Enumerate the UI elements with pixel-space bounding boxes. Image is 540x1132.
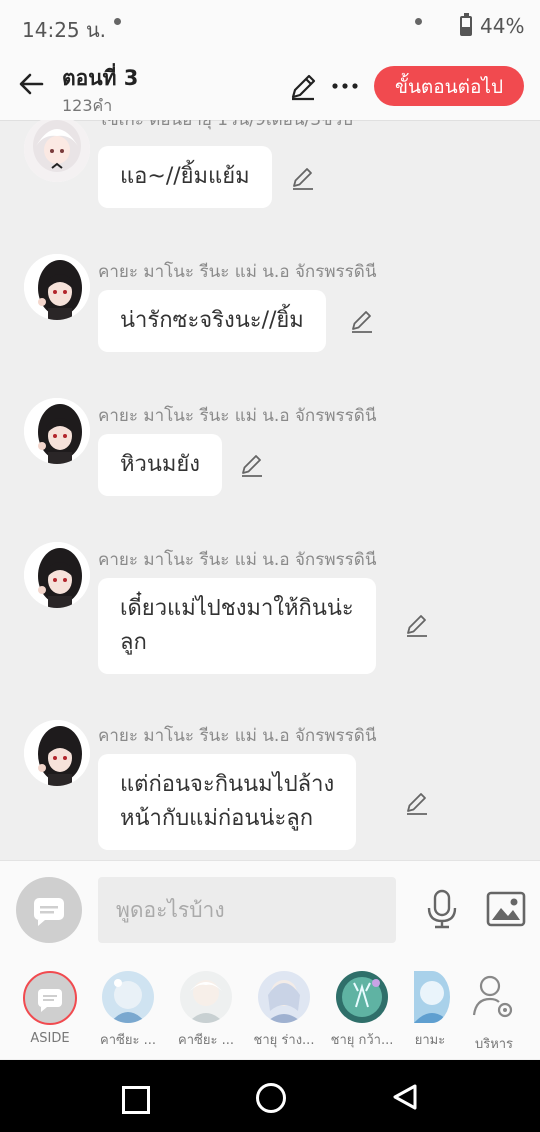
character-item[interactable]: คาซียะ ... bbox=[170, 971, 242, 1050]
signal-dot-icon bbox=[415, 18, 422, 25]
character-label: คาซียะ ... bbox=[100, 1033, 156, 1048]
chat-bubble-icon bbox=[34, 898, 64, 926]
dark-hair-woman-avatar-icon bbox=[24, 398, 90, 464]
message-bubble[interactable]: หิวนมยัง bbox=[98, 434, 223, 496]
home-icon[interactable] bbox=[256, 1083, 286, 1113]
message-bubble[interactable]: แอ~//ยิ้มแย้ม bbox=[98, 146, 272, 208]
battery-level: 44% bbox=[480, 14, 525, 38]
character-name: คายะ มาโนะ รีนะ แม่ น.อ จักรพรรดินี bbox=[98, 726, 377, 746]
edit-message-icon[interactable] bbox=[404, 612, 430, 638]
dark-hair-woman-avatar-icon bbox=[24, 542, 90, 608]
chat-list[interactable]: โซเกะ ตอนอายุ 1วัน/9เดือน/3ขวบ แอ~//ยิ้ม… bbox=[0, 120, 540, 860]
character-label: คาซียะ ... bbox=[178, 1033, 234, 1048]
character-label: ASIDE bbox=[30, 1031, 70, 1046]
message-bubble[interactable]: แต่ก่อนจะกินนมไปล้าง หน้ากับแม่ก่อนน่ะลู… bbox=[98, 754, 357, 850]
avatar[interactable] bbox=[24, 254, 90, 320]
aside-toggle-button[interactable] bbox=[16, 877, 82, 943]
character-label: ยามะ bbox=[414, 1033, 446, 1048]
character-name: โซเกะ ตอนอายุ 1วัน/9เดือน/3ขวบ bbox=[98, 120, 354, 130]
edit-message-icon[interactable] bbox=[290, 165, 316, 191]
character-avatar-icon bbox=[180, 971, 232, 1023]
edit-message-icon[interactable] bbox=[349, 308, 375, 334]
message-text: แต่ก่อนจะกินนมไปล้าง bbox=[120, 772, 335, 797]
character-selector: ASIDE คาซียะ ... คาซียะ ... ชายุ ร่าง...… bbox=[0, 961, 540, 1059]
character-name: คายะ มาโนะ รีนะ แม่ น.อ จักรพรรดินี bbox=[98, 406, 377, 426]
message-text: ลูก bbox=[120, 630, 147, 655]
edit-message-icon[interactable] bbox=[404, 790, 430, 816]
edit-message-icon[interactable] bbox=[239, 452, 265, 478]
microphone-icon[interactable] bbox=[424, 889, 460, 929]
dark-hair-woman-avatar-icon bbox=[24, 720, 90, 786]
character-label: ชายุ ร่าง... bbox=[253, 1033, 315, 1048]
message-text: หน้ากับแม่ก่อนน่ะลูก bbox=[120, 806, 314, 831]
avatar[interactable] bbox=[24, 720, 90, 786]
avatar[interactable] bbox=[24, 120, 90, 182]
character-label: ชายุ กว้า... bbox=[330, 1033, 394, 1048]
dark-hair-woman-avatar-icon bbox=[24, 254, 90, 320]
avatar[interactable] bbox=[24, 398, 90, 464]
white-hair-girl-avatar-icon bbox=[24, 120, 90, 182]
manage-characters-button[interactable]: บริหาร bbox=[458, 971, 530, 1054]
character-avatar-icon bbox=[258, 971, 310, 1023]
avatar[interactable] bbox=[24, 542, 90, 608]
status-time: 14:25 น. bbox=[22, 18, 107, 42]
character-aside[interactable]: ASIDE bbox=[14, 971, 86, 1046]
character-avatar-icon bbox=[336, 971, 388, 1023]
system-navigation-bar bbox=[0, 1060, 540, 1132]
character-name: คายะ มาโนะ รีนะ แม่ น.อ จักรพรรดินี bbox=[98, 262, 377, 282]
manage-characters-icon bbox=[472, 975, 513, 1018]
app-header: ตอนที่ 3 123คำ ขั้นตอนต่อไป bbox=[0, 56, 540, 121]
next-step-button[interactable]: ขั้นตอนต่อไป bbox=[374, 66, 524, 106]
message-text: น่ารักซะจริงนะ//ยิ้ม bbox=[120, 308, 304, 333]
message-text: เดี๋ยวแม่ไปชงมาให้กินน่ะ bbox=[120, 596, 354, 621]
character-item[interactable]: คาซียะ ... bbox=[92, 971, 164, 1050]
character-name: คายะ มาโนะ รีนะ แม่ น.อ จักรพรรดินี bbox=[98, 550, 377, 570]
image-icon[interactable] bbox=[486, 891, 526, 927]
word-count: 123คำ bbox=[62, 96, 113, 115]
character-label: บริหาร bbox=[474, 1037, 514, 1052]
status-bar: 14:25 น. 44% bbox=[0, 0, 540, 56]
edit-pencil-icon[interactable] bbox=[288, 72, 318, 102]
character-item[interactable]: ชายุ กว้า... bbox=[326, 971, 398, 1050]
notification-dot-icon bbox=[114, 18, 121, 25]
character-avatar-icon bbox=[414, 971, 450, 1023]
character-item[interactable]: ยามะ bbox=[404, 971, 456, 1050]
page-title: ตอนที่ 3 bbox=[62, 66, 139, 90]
character-avatar-icon bbox=[102, 971, 154, 1023]
recent-apps-icon[interactable] bbox=[122, 1086, 150, 1114]
message-text: หิวนมยัง bbox=[120, 452, 201, 477]
more-options-icon[interactable] bbox=[330, 70, 360, 100]
battery-icon bbox=[460, 13, 472, 36]
message-input[interactable]: พูดอะไรบ้าง bbox=[98, 877, 396, 943]
back-arrow-icon[interactable] bbox=[16, 68, 48, 100]
aside-icon bbox=[23, 971, 77, 1025]
system-back-icon[interactable] bbox=[390, 1082, 420, 1112]
message-bubble[interactable]: น่ารักซะจริงนะ//ยิ้ม bbox=[98, 290, 326, 352]
character-item[interactable]: ชายุ ร่าง... bbox=[248, 971, 320, 1050]
message-bubble[interactable]: เดี๋ยวแม่ไปชงมาให้กินน่ะ ลูก bbox=[98, 578, 376, 674]
message-text: แอ~//ยิ้มแย้ม bbox=[120, 164, 250, 189]
message-composer: พูดอะไรบ้าง bbox=[0, 860, 540, 961]
